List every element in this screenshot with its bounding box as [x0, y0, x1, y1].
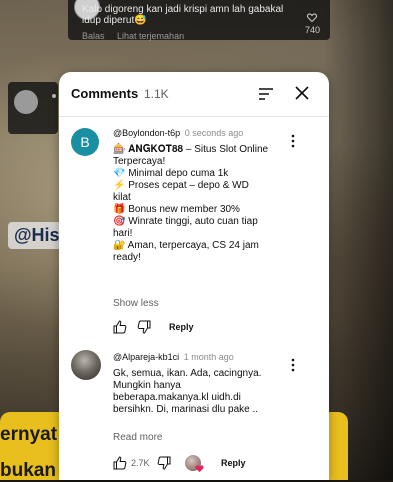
heart-outline-icon [307, 13, 318, 23]
comment-time[interactable]: 1 month ago [184, 352, 234, 362]
like-count: 2.7K [131, 458, 150, 468]
sort-icon[interactable] [257, 85, 275, 103]
comment-body: 🎰 𝐀𝐍𝐆𝐊𝐎𝐓𝟖𝟖 – Situs Slot Online Terpercay… [113, 144, 285, 264]
comment-line: beberapa.makanya.kl uidh.di [113, 392, 241, 403]
reply-button[interactable]: Reply [169, 322, 194, 332]
read-more-button[interactable]: Read more [113, 432, 162, 443]
background-comment-fragment [8, 82, 58, 134]
comment-line: bersihkn. Di, marinasi dlu pake .. [113, 404, 259, 415]
show-less-button[interactable]: Show less [113, 298, 159, 309]
heart-icon [195, 465, 204, 473]
background-avatar [14, 90, 38, 114]
comment-line: Mungkin hanya [113, 380, 181, 391]
background-like-count: 740 [305, 13, 320, 36]
comment-line: 🎰 𝐀𝐍𝐆𝐊𝐎𝐓𝟖𝟖 – Situs Slot Online [113, 144, 269, 155]
more-vert-icon[interactable] [287, 358, 299, 372]
thumb-up-icon[interactable] [113, 320, 127, 334]
comments-title: Comments [71, 86, 139, 101]
thumb-down-icon[interactable] [157, 456, 171, 470]
background-reply-link: Balas [82, 31, 105, 41]
comment-line: ⚡ Proses cepat – depo & WD [113, 180, 249, 191]
avatar[interactable] [71, 350, 101, 380]
background-dot [52, 94, 56, 98]
avatar[interactable]: B [71, 128, 99, 156]
video-shade [323, 0, 393, 480]
comment-body: Gk, semua, ikan. Ada, cacingnya. Mungkin… [113, 368, 285, 416]
more-vert-icon[interactable] [287, 134, 299, 148]
comment-line: 🎯 Winrate tinggi, auto cuan tiap [113, 216, 258, 227]
comment-line: 💎 Minimal depo cuma 1k [113, 168, 229, 179]
comment-actions: 2.7K Reply [113, 455, 313, 473]
comments-count: 1.1K [144, 87, 169, 101]
comment-line: kilat [113, 192, 131, 203]
background-caption-line-1: ernyat [0, 424, 58, 445]
comments-header: Comments 1.1K [59, 72, 329, 117]
comment-time[interactable]: 0 seconds ago [185, 128, 244, 138]
close-icon[interactable] [293, 84, 311, 102]
comment-meta: @Alpareja-kb1ci 1 month ago [113, 352, 234, 362]
background-caption-line-2: bukan [0, 460, 56, 481]
comment-line: 🎁 Bonus new member 30% [113, 204, 240, 215]
background-translate-link: Lihat terjemahan [117, 31, 185, 41]
comment-author[interactable]: @Boylondon-t6p [113, 128, 180, 138]
reply-button[interactable]: Reply [221, 458, 246, 468]
background-comment-text: Kalo digoreng kan jadi krispi amn lah ga… [82, 4, 284, 26]
comment-line: 🔐 Aman, terpercaya, CS 24 jam [113, 240, 259, 251]
comment-line: ready! [113, 252, 141, 263]
comment-meta: @Boylondon-t6p 0 seconds ago [113, 128, 243, 138]
background-comment-actions: Balas Lihat terjemahan [82, 31, 194, 41]
comment-actions: Reply [113, 320, 313, 336]
comment-line: Gk, semua, ikan. Ada, cacingnya. [113, 368, 262, 379]
background-comment: Kalo digoreng kan jadi krispi amn lah ga… [68, 0, 330, 41]
thumb-down-icon[interactable] [137, 320, 151, 334]
comments-panel: Comments 1.1K B @Boylondon-t6p 0 seconds… [59, 72, 329, 480]
comment-author[interactable]: @Alpareja-kb1ci [113, 352, 179, 362]
comment-line: Terpercaya! [113, 156, 166, 167]
thumb-up-icon[interactable] [113, 456, 127, 470]
comment-line: hari! [113, 228, 133, 239]
background-handle-overlay: @His [8, 222, 66, 249]
